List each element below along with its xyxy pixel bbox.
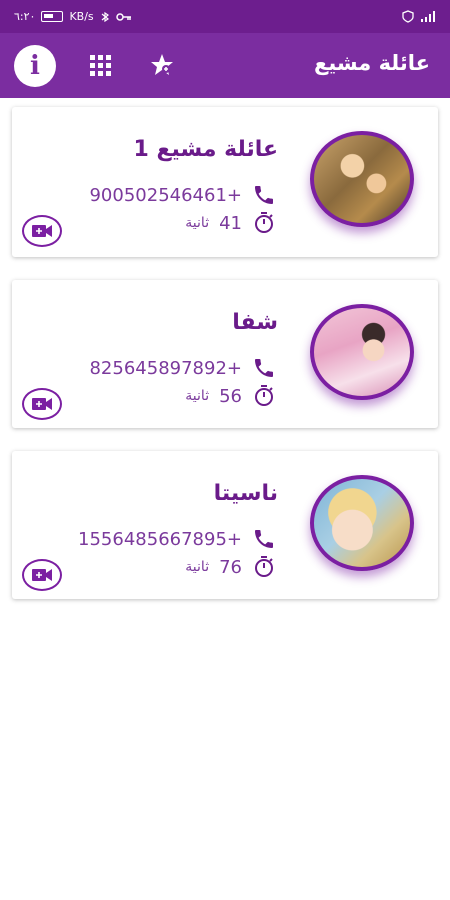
video-call-button[interactable] — [22, 215, 62, 247]
phone-row: 825645897892+ — [89, 356, 276, 380]
contact-card[interactable]: عائلة مشيع 1 900502546461+ ثانية 41 — [12, 107, 438, 257]
info-icon: i — [30, 51, 40, 81]
video-call-icon — [32, 398, 52, 410]
phone-row: 1556485667895+ — [78, 527, 276, 551]
phone-icon — [255, 530, 273, 548]
duration-row: ثانية 56 — [185, 384, 276, 408]
phone-icon — [255, 186, 273, 204]
phone-row: 900502546461+ — [89, 183, 276, 207]
grid-menu-button[interactable] — [90, 55, 112, 77]
contact-card[interactable]: ناسيتا 1556485667895+ ثانية 76 — [12, 451, 438, 599]
video-call-button[interactable] — [22, 559, 62, 591]
video-call-icon — [32, 569, 52, 581]
contact-name: ناسيتا — [213, 481, 278, 506]
duration-unit: ثانية — [185, 559, 210, 575]
status-bar: ٦:٢٠ KB/s — [0, 0, 450, 33]
duration-row: ثانية 76 — [185, 555, 276, 579]
duration-unit: ثانية — [185, 388, 210, 404]
phone-number: 1556485667895+ — [78, 528, 242, 550]
vpn-key-icon — [115, 12, 131, 21]
timer-icon — [255, 556, 273, 577]
network-speed: KB/s — [69, 10, 94, 23]
duration-value: 56 — [219, 385, 242, 407]
duration-value: 76 — [219, 556, 242, 578]
shield-icon — [402, 10, 414, 23]
info-button[interactable]: i — [14, 45, 56, 87]
phone-number: 825645897892+ — [89, 357, 242, 379]
timer-icon — [255, 385, 273, 406]
battery-icon — [41, 11, 64, 22]
app-bar: i عائلة مشيع — [0, 33, 450, 98]
app-title: عائلة مشيع — [313, 51, 430, 75]
grid-icon — [90, 55, 111, 76]
status-time: ٦:٢٠ — [14, 10, 36, 23]
signal-icon — [421, 10, 435, 22]
timer-icon — [255, 212, 273, 233]
avatar-photo — [310, 131, 414, 227]
avatar-photo — [310, 475, 414, 571]
contact-name: عائلة مشيع 1 — [133, 137, 278, 162]
phone-icon — [255, 359, 273, 377]
avatar-photo — [310, 304, 414, 400]
duration-value: 41 — [219, 212, 242, 234]
contact-card[interactable]: شفا 825645897892+ ثانية 56 — [12, 280, 438, 428]
duration-unit: ثانية — [185, 215, 210, 231]
video-call-button[interactable] — [22, 388, 62, 420]
phone-number: 900502546461+ — [89, 184, 242, 206]
rate-button[interactable] — [148, 51, 176, 79]
video-call-icon — [32, 225, 52, 237]
contact-avatar[interactable] — [304, 475, 414, 575]
duration-row: ثانية 41 — [185, 211, 276, 235]
contact-name: شفا — [232, 310, 278, 335]
star-icon — [151, 54, 173, 75]
bluetooth-icon — [101, 11, 109, 22]
contact-avatar[interactable] — [304, 304, 414, 404]
contact-avatar[interactable] — [304, 131, 414, 231]
